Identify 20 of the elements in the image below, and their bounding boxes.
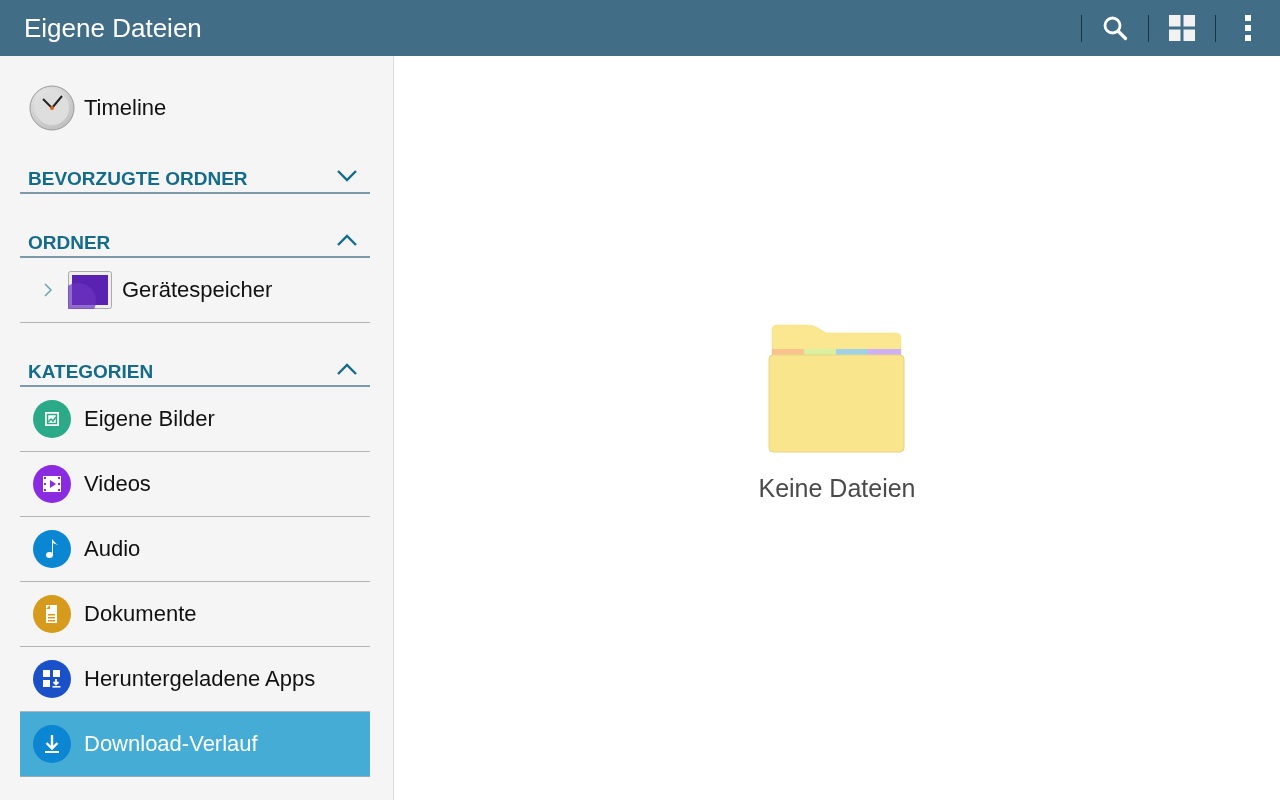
chevron-down-icon [336, 170, 358, 182]
category-item[interactable]: Dokumente [20, 582, 370, 647]
empty-message: Keine Dateien [758, 473, 916, 503]
section-header[interactable]: KATEGORIEN [20, 353, 370, 387]
clock-icon [29, 85, 75, 131]
search-icon [1102, 15, 1128, 41]
folder-icon [768, 323, 906, 454]
folder-item[interactable]: Gerätespeicher [20, 258, 370, 323]
category-item[interactable]: Eigene Bilder [20, 387, 370, 452]
category-item[interactable]: Videos [20, 452, 370, 517]
section-header[interactable]: BEVORZUGTE ORDNER [20, 160, 370, 194]
more-icon [1245, 15, 1251, 41]
chevron-up-icon [336, 234, 358, 246]
chevron-up-icon [336, 363, 358, 375]
section-header[interactable]: ORDNER [20, 224, 370, 258]
app-title: Eigene Dateien [24, 12, 202, 44]
timeline-item[interactable]: Timeline [20, 84, 370, 132]
category-item[interactable]: Audio [20, 517, 370, 582]
storage-icon [68, 271, 112, 309]
grid-icon [1169, 15, 1195, 41]
